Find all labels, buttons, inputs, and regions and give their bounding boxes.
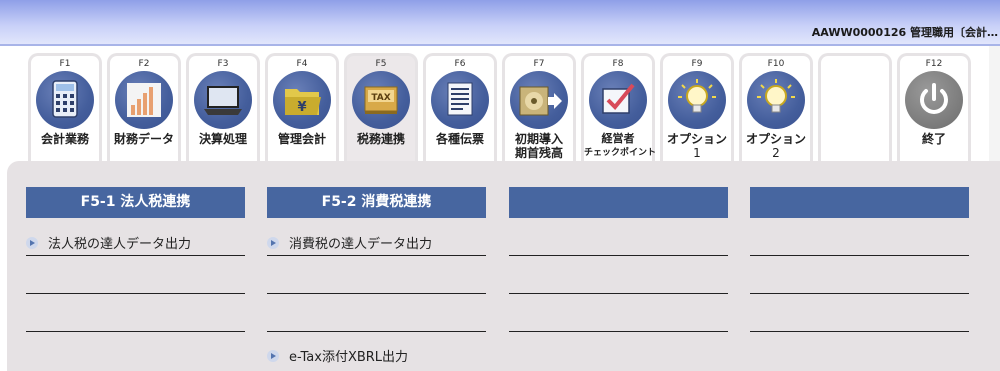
fkey-number: F1 xyxy=(59,59,71,69)
fkey-f1-button[interactable]: F1 会計業務 xyxy=(28,53,102,163)
disk-import-icon xyxy=(510,71,568,129)
menu-row-empty xyxy=(750,294,969,332)
fkey-label: 会計業務 xyxy=(40,132,89,146)
fkey-label-line2: 1 xyxy=(693,146,701,160)
fkey-number: F7 xyxy=(533,59,545,69)
menu-row-empty xyxy=(509,218,728,256)
fkey-label: 終了 xyxy=(921,132,946,146)
fkey-label-line2: チェックポイント xyxy=(584,148,657,158)
arrow-bullet-icon xyxy=(267,237,279,249)
menu-column-f5-2: F5-2 消費税連携 消費税の達人データ出力 xyxy=(267,187,486,332)
menu-column-3 xyxy=(509,187,728,332)
menu-row-empty xyxy=(509,256,728,294)
column-header xyxy=(509,187,728,218)
fkey-label-line2: 2 xyxy=(772,146,780,160)
menu-column-f5-1: F5-1 法人税連携 法人税の達人データ出力 xyxy=(26,187,245,332)
tax-box-icon: TAX xyxy=(352,71,410,129)
lightbulb-icon xyxy=(747,71,805,129)
bar-chart-icon xyxy=(115,71,173,129)
document-icon xyxy=(431,71,489,129)
fkey-f3-button[interactable]: F3 決算処理 xyxy=(186,53,260,163)
app-header: AAWW0000126 管理職用〔会計… xyxy=(0,0,1000,46)
fkey-f10-button[interactable]: F10 オプション 2 xyxy=(739,53,813,163)
fkey-number: F5 xyxy=(375,59,387,69)
fkey-f5-button[interactable]: F5 TAX 税務連携 xyxy=(344,53,418,163)
fkey-label: 管理会計 xyxy=(277,132,326,146)
fkey-f7-button[interactable]: F7 初期導入 期首残高 xyxy=(502,53,576,163)
fkey-f9-button[interactable]: F9 オプション 1 xyxy=(660,53,734,163)
fkey-f11-button-empty xyxy=(818,53,892,163)
fkey-number: F6 xyxy=(454,59,466,69)
fkey-label-line2: 期首残高 xyxy=(514,146,563,160)
arrow-bullet-icon xyxy=(26,237,38,249)
menu-row-empty xyxy=(267,256,486,294)
fkey-number: F3 xyxy=(217,59,229,69)
menu-row-empty xyxy=(509,294,728,332)
menu-link-label: e-Tax添付XBRL出力 xyxy=(289,350,409,365)
menu-link-label: 消費税の達人データ出力 xyxy=(289,237,433,252)
fkey-number: F4 xyxy=(296,59,308,69)
menu-link-corporate-tax-export[interactable]: 法人税の達人データ出力 xyxy=(26,233,191,252)
power-icon xyxy=(905,71,963,129)
checkbox-icon xyxy=(589,71,647,129)
fkey-number: F2 xyxy=(138,59,150,69)
column-header: F5-2 消費税連携 xyxy=(267,187,486,218)
menu-link-etax-xbrl-export[interactable]: e-Tax添付XBRL出力 xyxy=(267,346,408,365)
arrow-bullet-icon xyxy=(267,350,279,362)
column-header xyxy=(750,187,969,218)
menu-link-consumption-tax-export[interactable]: 消費税の達人データ出力 xyxy=(267,233,432,252)
fkey-label-line1: 初期導入 xyxy=(514,132,563,146)
fkey-label-line1: 経営者 xyxy=(601,132,635,145)
fkey-label: 各種伝票 xyxy=(435,132,484,146)
fkey-f12-button[interactable]: F12 終了 xyxy=(897,53,971,163)
menu-column-4 xyxy=(750,187,969,332)
menu-row-empty xyxy=(750,218,969,256)
function-key-bar: F1 会計業務 F2 財務データ F3 決算処理 F4 ¥ 管理会計 F5 TA… xyxy=(28,53,1000,163)
fkey-label: 税務連携 xyxy=(356,132,405,146)
column-header: F5-1 法人税連携 xyxy=(26,187,245,218)
menu-row: 法人税の達人データ出力 xyxy=(26,218,245,256)
calculator-icon xyxy=(36,71,94,129)
fkey-number: F8 xyxy=(612,59,624,69)
fkey-number: F12 xyxy=(925,59,943,69)
menu-row-empty xyxy=(26,256,245,294)
window-title: AAWW0000126 管理職用〔会計… xyxy=(811,26,998,39)
svg-text:TAX: TAX xyxy=(371,93,390,103)
fkey-label: 決算処理 xyxy=(198,132,247,146)
svg-text:¥: ¥ xyxy=(297,100,306,115)
fkey-f2-button[interactable]: F2 財務データ xyxy=(107,53,181,163)
menu-row-empty xyxy=(267,294,486,332)
header-divider xyxy=(0,44,1000,46)
menu-link-label: 法人税の達人データ出力 xyxy=(48,237,192,252)
fkey-number: F9 xyxy=(691,59,703,69)
fkey-f6-button[interactable]: F6 各種伝票 xyxy=(423,53,497,163)
yen-folder-icon: ¥ xyxy=(273,71,331,129)
fkey-number: F10 xyxy=(767,59,785,69)
fkey-f8-button[interactable]: F8 経営者 チェックポイント xyxy=(581,53,657,163)
fkey-label: 財務データ xyxy=(113,132,174,146)
fkey-label-line1: オプション xyxy=(666,132,727,146)
menu-row-empty xyxy=(750,256,969,294)
lightbulb-icon xyxy=(668,71,726,129)
fkey-f4-button[interactable]: F4 ¥ 管理会計 xyxy=(265,53,339,163)
menu-row-empty xyxy=(26,294,245,332)
fkey-label-line1: オプション xyxy=(745,132,806,146)
menu-row: 消費税の達人データ出力 xyxy=(267,218,486,256)
laptop-icon xyxy=(194,71,252,129)
